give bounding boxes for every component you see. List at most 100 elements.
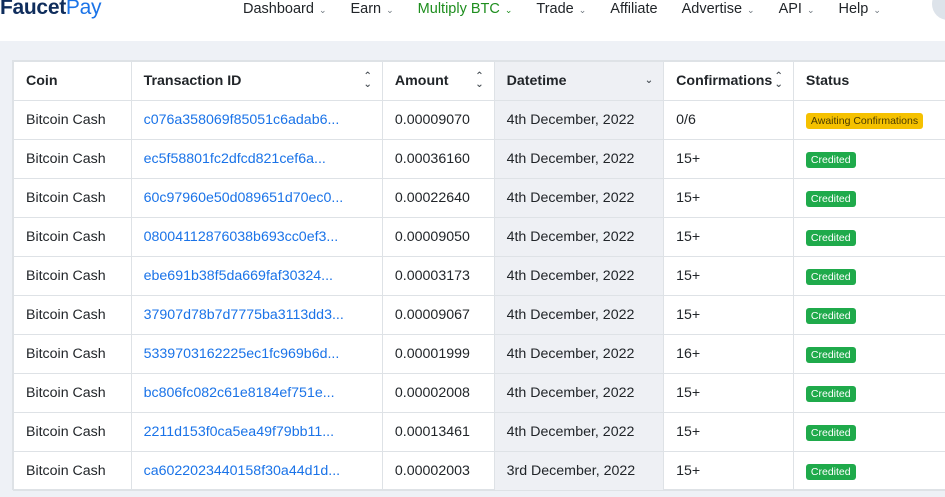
cell-datetime: 4th December, 2022 <box>493 373 665 413</box>
chevron-down-icon: ⌄ <box>873 4 881 15</box>
sort-icon: ⌃ ⌄ <box>774 71 783 90</box>
cell-amount: 0.00022640 <box>381 178 495 218</box>
column-label: Amount <box>394 73 449 89</box>
transaction-id-link[interactable]: ebe691b38f5da669faf30324... <box>144 268 333 284</box>
main-nav: Dashboard ⌄ Earn ⌄ Multiply BTC ⌄ Trade ⌄ Affili… <box>243 1 905 17</box>
cell-confirmations: 15+ <box>663 451 794 491</box>
cell-coin: Bitcoin Cash <box>13 178 132 218</box>
chevron-down-icon: ⌄ <box>318 4 327 15</box>
cell-status: Awaiting Confirmations <box>792 100 945 140</box>
transaction-id-link[interactable]: c076a358069f85051c6adab6... <box>144 112 340 128</box>
cell-datetime: 4th December, 2022 <box>493 334 665 374</box>
cell-coin: Bitcoin Cash <box>13 373 132 413</box>
cell-status: Credited <box>792 256 945 296</box>
transactions-table: Coin Transaction ID ⌃ ⌄ Amount ⌃ ⌄ Datetime ⌄… <box>13 61 945 491</box>
transaction-id-link[interactable]: 60c97960e50d089651d70ec0... <box>144 190 344 206</box>
avatar[interactable] <box>932 0 945 20</box>
nav-item-label: Dashboard <box>243 1 314 17</box>
nav-item-help[interactable]: Help ⌄ <box>839 1 881 17</box>
sort-icon: ⌃ ⌄ <box>475 71 484 90</box>
column-header-amount[interactable]: Amount ⌃ ⌄ <box>381 61 495 101</box>
cell-coin: Bitcoin Cash <box>13 451 132 491</box>
column-label: Datetime <box>506 73 567 89</box>
transaction-id-link[interactable]: 2211d153f0ca5ea49f79bb11... <box>144 424 334 440</box>
faucetpay-logo[interactable]: FaucetPay <box>0 0 101 20</box>
cell-coin: Bitcoin Cash <box>13 217 132 257</box>
column-header-status[interactable]: Status <box>792 61 945 101</box>
nav-item-label: Affiliate <box>610 1 658 17</box>
cell-confirmations: 15+ <box>663 373 794 413</box>
logo-text-faucet: Faucet <box>0 0 66 19</box>
nav-item-label: Advertise <box>681 1 743 17</box>
nav-item-label: API <box>778 1 802 17</box>
sort-desc-icon: ⌄ <box>644 75 654 86</box>
status-badge: Credited <box>805 463 856 480</box>
transaction-id-link[interactable]: 5339703162225ec1fc969b6d... <box>144 346 340 362</box>
table-header-row: Coin Transaction ID ⌃ ⌄ Amount ⌃ ⌄ Datetime ⌄… <box>13 61 945 101</box>
nav-item-trade[interactable]: Trade ⌄ <box>536 1 586 17</box>
cell-amount: 0.00009070 <box>381 100 495 140</box>
cell-datetime: 4th December, 2022 <box>493 178 665 218</box>
transaction-id-link[interactable]: 37907d78b7d7775ba3113dd3... <box>144 307 344 323</box>
table-row: Bitcoin Cash ca6022023440158f30a44d1d... 0… <box>13 451 945 491</box>
cell-confirmations: 15+ <box>663 412 794 452</box>
cell-txid: 2211d153f0ca5ea49f79bb11... <box>130 412 383 452</box>
cell-coin: Bitcoin Cash <box>13 256 132 296</box>
column-header-confirmations[interactable]: Confirmations ⌃ ⌄ <box>663 61 794 101</box>
cell-coin: Bitcoin Cash <box>13 412 132 452</box>
table-row: Bitcoin Cash 60c97960e50d089651d70ec0... 0… <box>13 178 945 218</box>
cell-status: Credited <box>792 451 945 491</box>
cell-coin: Bitcoin Cash <box>13 100 132 140</box>
cell-txid: c076a358069f85051c6adab6... <box>130 100 383 140</box>
column-header-datetime[interactable]: Datetime ⌄ <box>493 61 665 101</box>
nav-item-label: Earn <box>350 1 382 17</box>
column-label: Confirmations <box>676 73 773 89</box>
cell-txid: bc806fc082c61e8184ef751e... <box>130 373 383 413</box>
chevron-down-icon: ⌄ <box>386 4 394 15</box>
column-label: Coin <box>26 73 58 89</box>
column-header-transaction-id[interactable]: Transaction ID ⌃ ⌄ <box>130 61 383 101</box>
nav-item-affiliate[interactable]: Affiliate <box>610 1 657 17</box>
nav-item-earn[interactable]: Earn ⌄ <box>350 1 393 17</box>
transaction-id-link[interactable]: bc806fc082c61e8184ef751e... <box>144 385 335 401</box>
cell-amount: 0.00002008 <box>381 373 495 413</box>
nav-item-label: Trade <box>536 1 574 17</box>
cell-txid: ebe691b38f5da669faf30324... <box>130 256 383 296</box>
cell-status: Credited <box>792 178 945 218</box>
cell-txid: ca6022023440158f30a44d1d... <box>130 451 383 491</box>
cell-coin: Bitcoin Cash <box>13 334 132 374</box>
cell-datetime: 4th December, 2022 <box>493 217 665 257</box>
nav-item-advertise[interactable]: Advertise ⌄ <box>682 1 755 17</box>
transaction-id-link[interactable]: ec5f58801fc2dfcd821cef6a... <box>144 151 326 167</box>
chevron-down-icon: ⌄ <box>578 4 587 15</box>
cell-status: Credited <box>792 334 945 374</box>
table-row: Bitcoin Cash 5339703162225ec1fc969b6d... 0… <box>13 334 945 374</box>
status-badge: Credited <box>805 307 856 324</box>
cell-confirmations: 15+ <box>663 217 794 257</box>
nav-item-api[interactable]: API ⌄ <box>779 1 815 17</box>
table-row: Bitcoin Cash 37907d78b7d7775ba3113dd3... 0… <box>13 295 945 335</box>
top-navbar: FaucetPay Dashboard ⌄ Earn ⌄ Multiply BTC ⌄ Tr… <box>0 0 945 41</box>
transaction-id-link[interactable]: 08004112876038b693cc0ef3... <box>144 229 339 245</box>
transaction-id-link[interactable]: ca6022023440158f30a44d1d... <box>144 463 340 479</box>
nav-item-dashboard[interactable]: Dashboard ⌄ <box>243 1 326 17</box>
column-header-coin[interactable]: Coin <box>13 61 132 101</box>
cell-confirmations: 16+ <box>663 334 794 374</box>
nav-item-multiply-btc[interactable]: Multiply BTC ⌄ <box>418 1 513 17</box>
cell-txid: 60c97960e50d089651d70ec0... <box>130 178 383 218</box>
cell-confirmations: 15+ <box>663 295 794 335</box>
table-row: Bitcoin Cash ebe691b38f5da669faf30324... 0… <box>13 256 945 296</box>
cell-coin: Bitcoin Cash <box>13 139 132 179</box>
status-badge: Credited <box>805 268 856 285</box>
logo-text-pay: Pay <box>65 0 102 19</box>
cell-datetime: 4th December, 2022 <box>493 100 665 140</box>
column-label: Transaction ID <box>143 73 242 89</box>
cell-confirmations: 15+ <box>663 256 794 296</box>
cell-confirmations: 15+ <box>663 178 794 218</box>
nav-item-label: Help <box>838 1 869 17</box>
cell-amount: 0.00002003 <box>381 451 495 491</box>
table-row: Bitcoin Cash bc806fc082c61e8184ef751e... 0… <box>13 373 945 413</box>
table-row: Bitcoin Cash c076a358069f85051c6adab6... 0… <box>13 100 945 140</box>
cell-datetime: 4th December, 2022 <box>493 256 665 296</box>
transactions-card: Coin Transaction ID ⌃ ⌄ Amount ⌃ ⌄ Datetime ⌄… <box>12 60 945 491</box>
